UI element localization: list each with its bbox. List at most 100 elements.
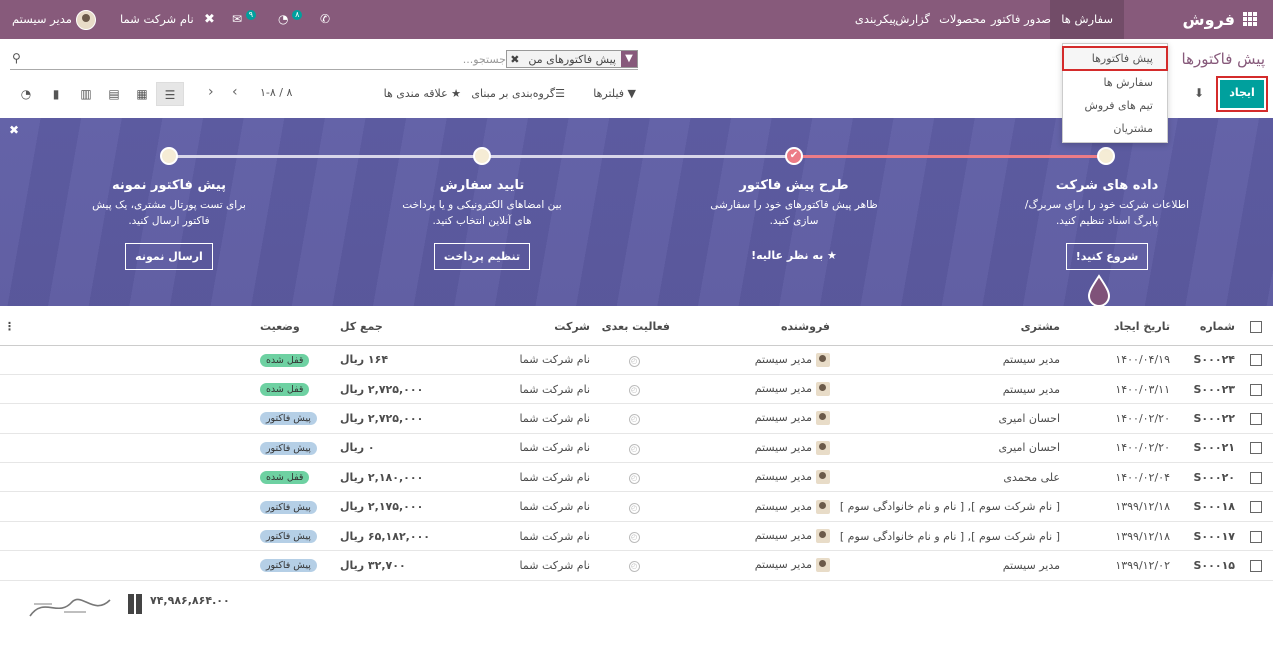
pager-previous-icon[interactable]: ‹ (232, 84, 238, 100)
kanban-view-icon[interactable]: ▦ (128, 82, 156, 106)
column-state[interactable]: وضعیت (255, 309, 336, 346)
graph-view-icon[interactable]: ▮ (42, 82, 70, 106)
list-view-icon[interactable]: ☰ (156, 82, 184, 106)
remove-facet-icon[interactable]: ✖ (507, 53, 523, 66)
salesperson-cell: مدیر سیستم (674, 491, 834, 522)
status-badge: پیش فاکتور (259, 441, 317, 455)
activity-clock-icon[interactable]: ◴ (628, 385, 640, 397)
menu-configuration[interactable]: پیکربندی (855, 0, 896, 39)
activity-clock-icon[interactable]: ◴ (628, 502, 640, 514)
tools-icon[interactable]: ✖ (204, 0, 215, 39)
pager-value[interactable]: ۱-۸ / ۸ (260, 86, 292, 99)
search-icon[interactable]: ⚲ (12, 51, 21, 65)
column-activity[interactable]: فعالیت بعدی (594, 309, 674, 346)
customer-name: علی محمدی (834, 462, 1064, 493)
apps-menu-icon[interactable] (1243, 12, 1257, 26)
activity-clock-icon[interactable]: ◴ (628, 473, 640, 485)
optional-columns-icon[interactable]: ⋮ (0, 309, 256, 346)
row-checkbox[interactable] (1250, 530, 1262, 543)
activity-clock-icon[interactable]: ◴ (628, 561, 640, 573)
pivot-view-icon[interactable]: ▥ (72, 82, 100, 106)
app-name[interactable]: فروش (1183, 0, 1235, 39)
search-input[interactable]: جستجو... (463, 53, 506, 66)
activity-clock-icon[interactable]: ◴ (628, 355, 640, 367)
salesperson-name: مدیر سیستم (754, 558, 812, 572)
search-facet-label: پیش فاکتورهای من (528, 52, 616, 66)
menu-reporting[interactable]: گزارش (895, 0, 930, 39)
row-checkbox[interactable] (1250, 383, 1262, 396)
row-checkbox[interactable] (1250, 501, 1262, 514)
table-row[interactable]: S۰۰۰۱۷ ۱۳۹۹/۱۲/۱۸[ نام شرکت سوم ], [ نام … (0, 521, 1273, 552)
menu-invoicing[interactable]: صدور فاکتور (991, 0, 1051, 39)
step-sample-quotation: پیش فاکتور نمونه برای تست پورتال مشتری، … (84, 178, 254, 270)
step-title: داده های شرکت (1055, 178, 1159, 193)
current-step-pin-icon (1087, 274, 1111, 306)
activities-button[interactable]: ۸ ◔ (278, 0, 303, 39)
progress-track-done (794, 155, 1106, 158)
company-switcher[interactable]: نام شرکت شما (120, 0, 194, 39)
row-checkbox[interactable] (1250, 354, 1262, 367)
menu-products[interactable]: محصولات (939, 0, 986, 39)
salesperson-name: مدیر سیستم (754, 529, 812, 543)
activity-cell: ◴ (594, 462, 674, 493)
start-button[interactable]: شروع کنید! (1065, 243, 1149, 270)
dropdown-item-orders[interactable]: سفارش ها (1063, 71, 1167, 94)
filters-dropdown[interactable]: ▼ فیلترها (593, 87, 636, 100)
column-number[interactable]: شماره (1174, 309, 1239, 346)
company-name: نام شرکت شما (434, 345, 594, 375)
column-company[interactable]: شرکت (434, 309, 594, 346)
row-checkbox[interactable] (1250, 442, 1262, 455)
activity-cell: ◴ (594, 345, 674, 375)
favorites-dropdown[interactable]: ★ علاقه مندی ها (384, 87, 461, 100)
table-row[interactable]: S۰۰۰۲۳ ۱۴۰۰/۰۳/۱۱ مدیر سیستم مدیر سیستم ◴ نام… (0, 374, 1273, 405)
column-customer[interactable]: مشتری (834, 309, 1064, 346)
menu-orders[interactable]: سفارش ها (1050, 0, 1124, 39)
salesperson-cell: مدیر سیستم (674, 403, 834, 434)
select-all-checkbox[interactable] (1250, 321, 1262, 334)
calendar-view-icon[interactable]: ▤ (100, 82, 128, 106)
create-button[interactable]: ایجاد (1216, 76, 1268, 112)
activity-clock-icon[interactable]: ◴ (628, 414, 640, 426)
company-name: نام شرکت شما (120, 12, 194, 26)
order-date: ۱۴۰۰/۰۲/۲۰ (1064, 433, 1174, 464)
activity-view-icon[interactable]: ◔ (12, 82, 40, 106)
activity-cell: ◴ (594, 433, 674, 464)
order-total: ۲,۷۲۵,۰۰۰ ریال (335, 374, 434, 405)
table-row[interactable]: S۰۰۰۱۵ ۱۳۹۹/۱۲/۰۲ مدیر سیستم مدیر سیستم ◴ نام… (0, 550, 1273, 581)
download-icon[interactable]: ⬇ (1194, 86, 1204, 100)
order-date: ۱۴۰۰/۰۲/۰۴ (1064, 462, 1174, 493)
dropdown-item-sales-teams[interactable]: تیم های فروش (1063, 94, 1167, 117)
messages-button[interactable]: ۹ ✉ (232, 0, 257, 39)
row-checkbox[interactable] (1250, 412, 1262, 425)
dropdown-item-customers[interactable]: مشتریان (1063, 117, 1167, 140)
salesperson-cell: مدیر سیستم (674, 550, 834, 581)
table-row[interactable]: S۰۰۰۱۸ ۱۳۹۹/۱۲/۱۸[ نام شرکت سوم ], [ نام … (0, 491, 1273, 522)
row-checkbox[interactable] (1250, 559, 1262, 572)
table-row[interactable]: S۰۰۰۲۱ ۱۴۰۰/۰۲/۲۰ احسان امیری مدیر سیستم ◴ نا… (0, 433, 1273, 464)
table-row[interactable]: S۰۰۰۲۰ ۱۴۰۰/۰۲/۰۴ علی محمدی مدیر سیستم ◴ نام … (0, 462, 1273, 493)
create-button-label: ایجاد (1220, 80, 1264, 108)
banner-close-icon[interactable]: ✖ (9, 123, 19, 137)
table-row[interactable]: S۰۰۰۲۴ ۱۴۰۰/۰۴/۱۹ مدیر سیستم مدیر سیستم ◴ نام… (0, 345, 1273, 375)
activity-clock-icon[interactable]: ◴ (628, 443, 640, 455)
phone-icon[interactable]: ✆ (320, 0, 330, 39)
pager-next-icon[interactable]: › (208, 84, 214, 100)
column-total[interactable]: جمع کل (335, 309, 434, 346)
send-sample-button[interactable]: ارسال نمونه (125, 243, 213, 270)
user-menu[interactable]: مدیر سیستم (12, 0, 96, 39)
activity-clock-icon[interactable]: ◴ (628, 532, 640, 544)
activity-cell: ◴ (594, 550, 674, 581)
dropdown-item-quotations[interactable]: پیش فاکتورها (1062, 46, 1168, 71)
customer-name: [ نام شرکت سوم ], [ نام و نام خانوادگی س… (834, 521, 1064, 552)
row-checkbox[interactable] (1250, 471, 1262, 484)
onboarding-banner: ✖ ✔ داده های شرکت اطلاعات شرکت خود را بر… (0, 118, 1273, 306)
setup-payment-button[interactable]: تنظیم پرداخت (433, 243, 531, 270)
row-spacer (0, 550, 256, 581)
column-salesperson[interactable]: فروشنده (674, 309, 834, 346)
column-date[interactable]: تاریخ ایجاد (1064, 309, 1174, 346)
table-row[interactable]: S۰۰۰۲۲ ۱۴۰۰/۰۲/۲۰ احسان امیری مدیر سیستم ◴ نا… (0, 403, 1273, 434)
groupby-dropdown[interactable]: ☰گروه‌بندی بر مبنای (471, 87, 565, 100)
looks-great-link[interactable]: ★ به نظر عالیه! (751, 249, 837, 262)
company-name: نام شرکت شما (434, 521, 594, 552)
search-bar[interactable]: ▼ پیش فاکتورهای من ✖ جستجو... ⚲ (10, 50, 638, 70)
